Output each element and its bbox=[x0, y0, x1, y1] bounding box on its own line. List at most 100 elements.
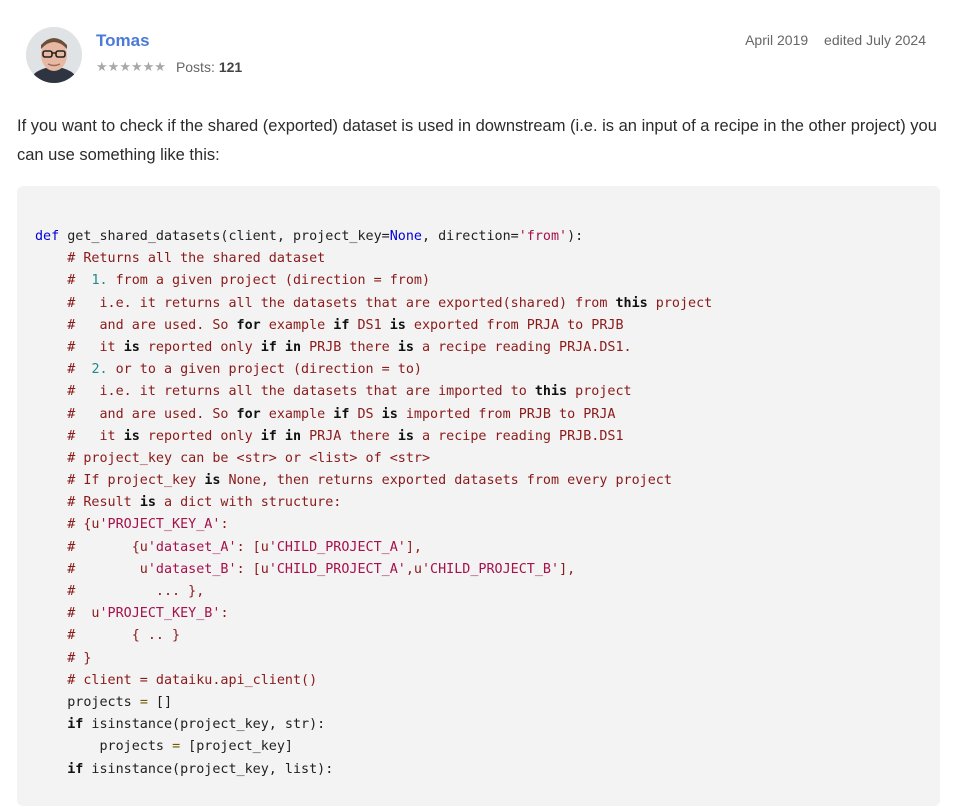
code-line: if isinstance(project_key, str): bbox=[35, 714, 712, 736]
code-token: # and are used. So bbox=[35, 406, 237, 422]
code-line: # If project_key is None, then returns e… bbox=[35, 470, 712, 492]
code-token: [] bbox=[147, 694, 173, 710]
post-message: If you want to check if the shared (expo… bbox=[17, 117, 937, 164]
code-token: : bbox=[220, 517, 229, 533]
code-token: ], bbox=[405, 539, 422, 555]
code-token: example bbox=[260, 406, 334, 422]
code-token: projects bbox=[35, 739, 173, 755]
code-token: # i.e. it returns all the datasets that … bbox=[35, 384, 535, 400]
code-token: if in bbox=[260, 339, 302, 355]
author-name-link[interactable]: Tomas bbox=[96, 31, 150, 51]
author-rank: ★ ★ ★ ★ ★ ★ Posts: 121 bbox=[96, 59, 242, 75]
star-icon: ★ bbox=[96, 59, 108, 74]
code-token: project bbox=[647, 295, 713, 311]
post-meta: April 2019 edited July 2024 bbox=[745, 32, 926, 48]
code-token: project bbox=[567, 384, 632, 400]
code-token: # it bbox=[35, 339, 124, 355]
code-token: : bbox=[220, 606, 229, 622]
post-date[interactable]: April 2019 bbox=[745, 32, 808, 48]
code-token: isinstance(project_key, list): bbox=[83, 761, 334, 777]
code-token: # u bbox=[35, 561, 148, 577]
code-token: # project_key can be <str> or <list> of … bbox=[35, 450, 431, 466]
code-token: ): bbox=[567, 229, 584, 244]
code-token: is bbox=[139, 495, 156, 511]
code-token: this bbox=[534, 384, 568, 400]
code-token: 'dataset_B' bbox=[147, 561, 237, 577]
code-token: for bbox=[236, 406, 261, 422]
code-token: exported from PRJA to PRJB bbox=[405, 317, 624, 333]
user-avatar-photo[interactable] bbox=[26, 27, 82, 83]
code-token: 'PROJECT_KEY_B' bbox=[99, 606, 221, 622]
code-line: if isinstance(project_key, list): bbox=[35, 759, 712, 781]
edited-label: edited July 2024 bbox=[824, 32, 926, 48]
code-token: from a given project (direction = from) bbox=[107, 273, 431, 289]
code-token: DS bbox=[349, 406, 382, 422]
star-icon: ★ bbox=[130, 59, 143, 74]
code-line: # and are used. So for example if DS is … bbox=[35, 404, 712, 426]
code-token: # i.e. it returns all the datasets that … bbox=[35, 295, 616, 311]
rank-stars: ★ ★ ★ ★ ★ ★ bbox=[96, 60, 166, 74]
code-token: # {u bbox=[35, 517, 100, 533]
code-token: if bbox=[333, 406, 350, 422]
code-token: isinstance(project_key, str): bbox=[83, 717, 326, 733]
code-token: projects bbox=[35, 694, 140, 710]
code-token: # {u bbox=[35, 539, 148, 555]
code-token: is bbox=[123, 339, 140, 355]
code-token: if bbox=[67, 761, 84, 777]
code-token: 'CHILD_PROJECT_A' bbox=[268, 539, 406, 555]
code-token: is bbox=[123, 428, 140, 444]
code-token: 'dataset_A' bbox=[147, 539, 237, 555]
code-token: is bbox=[381, 406, 398, 422]
code-token: # If project_key bbox=[35, 473, 205, 489]
code-token: def bbox=[35, 229, 60, 244]
code-token: # client = dataiku.api_client() bbox=[35, 672, 318, 688]
code-line: # } bbox=[35, 648, 712, 670]
code-token: if in bbox=[260, 428, 302, 444]
code-token: = bbox=[139, 694, 148, 710]
code-token: PRJA there bbox=[301, 428, 398, 444]
code-token: a recipe reading PRJB.DS1 bbox=[413, 428, 624, 444]
code-token: 1. bbox=[91, 273, 108, 289]
code-token: # ... }, bbox=[35, 584, 205, 599]
code-line: # it is reported only if in PRJB there i… bbox=[35, 337, 712, 359]
code-line: # Result is a dict with structure: bbox=[35, 492, 712, 514]
code-token: imported from PRJB to PRJA bbox=[397, 406, 616, 422]
code-token: ,u bbox=[405, 561, 422, 577]
star-icon: ★ bbox=[107, 59, 120, 74]
code-token: example bbox=[260, 317, 334, 333]
code-token: a dict with structure: bbox=[155, 495, 342, 511]
code-token: : [u bbox=[236, 539, 269, 555]
code-token: PRJB there bbox=[301, 339, 398, 355]
code-token: None, then returns exported datasets fro… bbox=[220, 473, 672, 489]
code-line: # Returns all the shared dataset bbox=[35, 248, 712, 270]
code-token: for bbox=[236, 317, 261, 333]
code-token: # u bbox=[35, 606, 100, 622]
code-line: projects = [project_key] bbox=[35, 736, 712, 758]
code-token: 'from' bbox=[518, 229, 568, 244]
code-token: # } bbox=[35, 650, 92, 666]
code-line: # client = dataiku.api_client() bbox=[35, 670, 712, 692]
code-token: : [u bbox=[236, 561, 269, 577]
code-token: # it bbox=[35, 428, 124, 444]
code-line: # it is reported only if in PRJA there i… bbox=[35, 426, 712, 448]
code-line: # u'PROJECT_KEY_B': bbox=[35, 603, 712, 625]
code-line: # u'dataset_B': [u'CHILD_PROJECT_A',u'CH… bbox=[35, 559, 712, 581]
code-token: , direction= bbox=[421, 229, 519, 244]
star-icon: ★ bbox=[154, 59, 166, 74]
code-token: None bbox=[389, 229, 422, 244]
code-token: is bbox=[389, 317, 406, 333]
code-token: is bbox=[397, 339, 414, 355]
code-token: 'PROJECT_KEY_A' bbox=[99, 517, 221, 533]
code-content: def get_shared_datasets(client, project_… bbox=[35, 226, 712, 781]
post-header: Tomas ★ ★ ★ ★ ★ ★ Posts: 121 April 2019 edite… bbox=[26, 27, 926, 85]
code-token: a recipe reading PRJA.DS1. bbox=[413, 339, 632, 355]
code-line: # i.e. it returns all the datasets that … bbox=[35, 293, 712, 315]
star-icon: ★ bbox=[142, 59, 155, 74]
code-line: # {u'PROJECT_KEY_A': bbox=[35, 514, 712, 536]
code-line: # { .. } bbox=[35, 625, 712, 647]
code-token: # bbox=[35, 273, 92, 289]
code-token: if bbox=[67, 717, 84, 733]
code-token: # bbox=[35, 362, 92, 378]
code-token: 'CHILD_PROJECT_B' bbox=[422, 561, 560, 577]
